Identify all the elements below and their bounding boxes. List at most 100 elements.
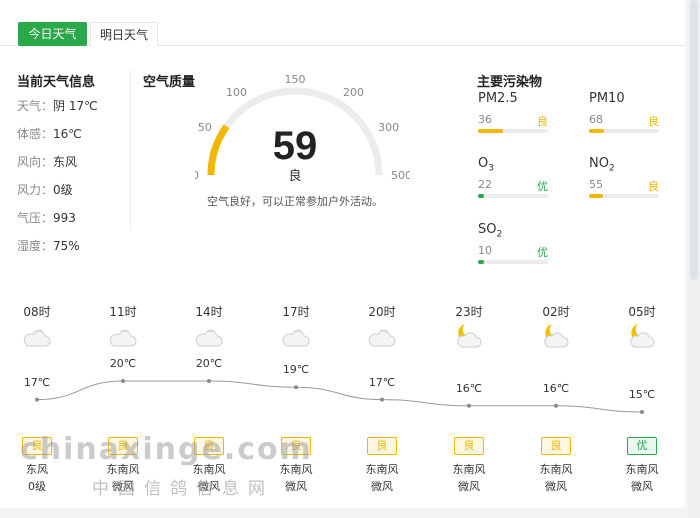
current-weather-row: 气压：993 [17, 209, 76, 226]
current-weather-key: 风力 [17, 183, 42, 197]
pollutant-name-text: PM10 [589, 91, 625, 106]
pollutant-level: 优 [537, 180, 548, 193]
hourly-time: 05时 [628, 305, 656, 319]
watermark-domain: chinaxinge.com [20, 432, 313, 467]
pollutant-level: 良 [537, 115, 548, 128]
cloudy-icon [368, 329, 396, 347]
cloudy-night-icon [544, 324, 569, 348]
current-weather-key: 气压 [17, 211, 42, 225]
hourly-time: 20时 [368, 305, 396, 319]
pollutant-value: 10 [478, 244, 492, 257]
pollutant-item: NO2 55 良 [589, 156, 659, 198]
cloudy-icon [23, 329, 51, 347]
gauge-scale-label: 300 [378, 121, 399, 134]
current-weather-separator: ： [41, 183, 54, 197]
pollutant-name-text: SO [478, 222, 497, 237]
tab-tomorrow[interactable]: 明日天气 [90, 22, 158, 46]
current-weather-key: 风向 [17, 155, 42, 169]
pollutant-bar [478, 260, 548, 264]
current-weather-row: 风力：0级 [17, 181, 73, 198]
current-weather-value: 0级 [53, 183, 73, 197]
tab-today[interactable]: 今日天气 [18, 22, 87, 46]
temperature-point [640, 410, 644, 414]
hourly-air-quality-badge: 良 [541, 437, 571, 455]
temperature-curve [36, 380, 643, 413]
pollutant-name-subscript: 2 [496, 229, 503, 240]
gauge-value-arc [207, 124, 230, 176]
pollutant-level: 良 [648, 115, 659, 128]
pollutant-item: SO2 10 优 [478, 222, 548, 264]
pollutant-item: O3 22 优 [478, 156, 548, 198]
current-weather-value: 16℃ [53, 127, 82, 141]
hourly-wind-force: 微风 [631, 480, 653, 493]
pollutant-name: PM10 [589, 91, 659, 109]
hourly-time: 08时 [23, 305, 51, 319]
pollutant-value: 68 [589, 113, 603, 126]
temperature-point [554, 403, 558, 408]
gauge-scale-label: 0 [195, 169, 199, 182]
current-weather-value: 东风 [53, 155, 78, 169]
pollutant-bar [589, 194, 659, 198]
pollutant-value: 22 [478, 178, 492, 191]
hourly-wind-force: 微风 [371, 480, 393, 493]
current-weather-key: 湿度 [17, 239, 42, 253]
pollutant-bar [478, 194, 548, 198]
page-scrollbar[interactable] [688, 0, 700, 518]
pollutant-bar-fill [589, 194, 603, 198]
pollutant-bar-fill [478, 129, 504, 133]
pollutant-bar-fill [478, 260, 484, 264]
temperature-point [35, 397, 39, 402]
hourly-air-quality-badge: 良 [367, 437, 397, 455]
current-weather-row: 天气：阴 17℃ [17, 97, 98, 114]
hourly-time: 02时 [542, 305, 570, 319]
pollutant-name: PM2.5 [478, 91, 548, 109]
pollutant-bar [478, 129, 548, 133]
pollutant-name-text: PM2.5 [478, 91, 518, 106]
temperature-point [467, 403, 471, 408]
hourly-air-quality-badge: 良 [454, 437, 484, 455]
hourly-time: 11时 [109, 305, 137, 319]
cloudy-night-icon [630, 324, 655, 348]
cloudy-icon [282, 329, 310, 347]
pollutant-name: NO2 [589, 156, 659, 174]
hourly-wind-force: 0级 [28, 480, 46, 493]
pollutant-item: PM2.5 36 良 [478, 91, 548, 133]
gauge-scale-label: 100 [226, 86, 247, 99]
current-weather-value: 75% [53, 239, 80, 253]
current-weather-row: 风向：东风 [17, 153, 77, 170]
aqi-level: 良 [288, 169, 302, 184]
gauge-scale-label: 500 [391, 169, 410, 182]
hourly-wind-force: 微风 [545, 480, 567, 493]
gauge-scale-label: 150 [285, 73, 306, 86]
pollutant-name: O3 [478, 156, 548, 174]
pollutant-name: SO2 [478, 222, 548, 240]
current-weather-separator: ： [41, 127, 54, 141]
temperature-point [380, 397, 384, 402]
pollutant-bar-fill [589, 129, 605, 133]
hourly-wind-direction: 东南风 [365, 463, 399, 476]
air-quality-title: 空气质量 [143, 75, 196, 90]
hourly-wind-force: 微风 [458, 480, 480, 493]
pollutant-name-text: NO [589, 156, 609, 171]
watermark-site: 中国信鸽信息网 [92, 479, 274, 499]
weather-card: 今日天气 明日天气 当前天气信息 天气：阴 17℃ 体感：16℃ 风向：东风 风力：0… [0, 0, 685, 508]
current-weather-separator: ： [41, 211, 54, 225]
current-weather-key: 体感 [17, 127, 42, 141]
current-weather-row: 湿度：75% [17, 237, 80, 254]
aqi-value: 59 [272, 124, 318, 168]
cloudy-icon [109, 329, 137, 347]
gauge-scale-label: 50 [198, 121, 212, 134]
pollutants-title: 主要污染物 [477, 75, 543, 90]
weather-tabs: 今日天气 明日天气 [0, 18, 685, 46]
pollutant-value: 55 [589, 178, 603, 191]
temperature-point [121, 379, 125, 383]
temperature-point [294, 385, 298, 390]
aqi-description: 空气良好，可以正常参加户外活动。 [207, 195, 383, 208]
hourly-wind-direction: 东南风 [539, 463, 573, 476]
current-weather-row: 体感：16℃ [17, 125, 82, 142]
current-weather-key: 天气 [17, 99, 42, 113]
scrollbar-thumb[interactable] [690, 0, 698, 280]
pollutant-value: 36 [478, 113, 492, 126]
gauge-scale-label: 200 [343, 86, 364, 99]
cloudy-night-icon [457, 324, 482, 348]
